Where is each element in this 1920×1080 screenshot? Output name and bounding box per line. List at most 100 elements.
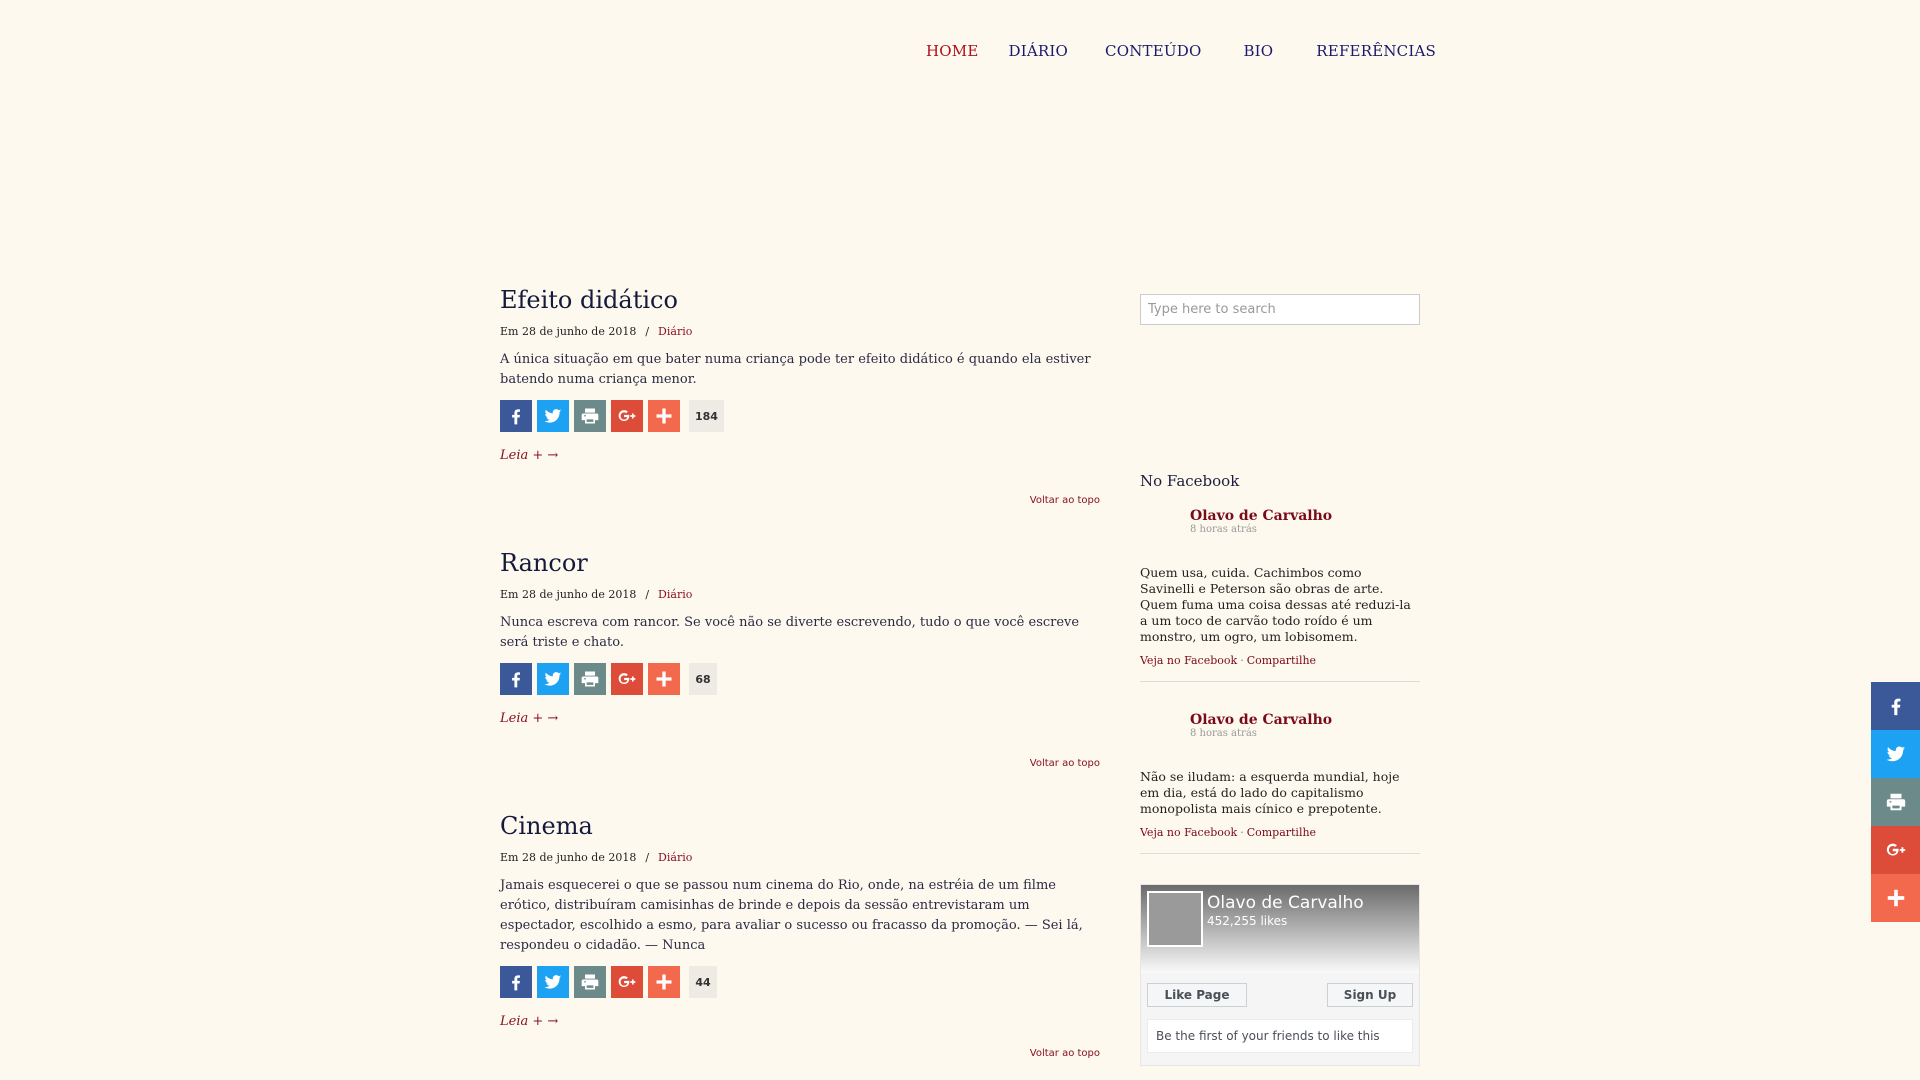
fb-post-time: 8 horas atrás — [1190, 728, 1257, 739]
post: Efeito didático Em 28 de junho de 2018 / D… — [500, 285, 1100, 548]
view-on-facebook-link[interactable]: Veja no Facebook — [1140, 654, 1237, 667]
share-link[interactable]: Compartilhe — [1247, 826, 1316, 839]
post-category-link[interactable]: Diário — [658, 325, 692, 338]
share-bar: 68 — [500, 663, 1100, 695]
twitter-share-button[interactable] — [537, 663, 569, 695]
posts-list: Efeito didático Em 28 de junho de 2018 / D… — [500, 285, 1100, 1080]
google-plus-share-button[interactable] — [611, 400, 643, 432]
nav-conteudo[interactable]: CONTEÚDO — [1105, 42, 1201, 60]
post-category-link[interactable]: Diário — [658, 851, 692, 864]
print-icon — [1886, 793, 1905, 811]
search-input[interactable] — [1140, 294, 1420, 325]
meta-separator: / — [645, 851, 650, 864]
facebook-post: Olavo de Carvalho 8 horas atrás Quem usa… — [1140, 508, 1420, 682]
twitter-icon — [544, 975, 562, 989]
google-plus-icon — [1886, 843, 1905, 856]
nav-diario[interactable]: DIÁRIO — [1009, 42, 1069, 60]
google-plus-icon — [618, 410, 636, 421]
sidebar: No Facebook Olavo de Carvalho 8 horas at… — [1140, 294, 1420, 1066]
post-category-link[interactable]: Diário — [658, 588, 692, 601]
nav-referencias[interactable]: REFERÊNCIAS — [1316, 42, 1436, 60]
link-separator: · — [1240, 654, 1244, 667]
twitter-icon — [544, 672, 562, 686]
print-button[interactable] — [574, 400, 606, 432]
fb-post-author[interactable]: Olavo de Carvalho — [1190, 508, 1420, 524]
post: Cinema Em 28 de junho de 2018 / Diário Jam… — [500, 811, 1100, 1080]
floating-print-button[interactable] — [1871, 778, 1920, 826]
share-count: 68 — [689, 663, 717, 695]
share-link[interactable]: Compartilhe — [1247, 654, 1316, 667]
nav-home[interactable]: HOME — [926, 42, 979, 60]
twitter-icon — [544, 409, 562, 423]
facebook-share-button[interactable] — [500, 400, 532, 432]
post-excerpt: Jamais esquecerei o que se passou num ci… — [500, 878, 1083, 953]
back-to-top-link[interactable]: Voltar ao topo — [1030, 758, 1100, 769]
fb-widget-buttons: Like Page Sign Up — [1141, 973, 1419, 1011]
facebook-icon — [512, 672, 520, 688]
share-count: 44 — [689, 966, 717, 998]
post-excerpt: Nunca escreva com rancor. Se você não se… — [500, 615, 1080, 650]
floating-twitter-button[interactable] — [1871, 730, 1920, 778]
google-plus-share-button[interactable] — [611, 663, 643, 695]
read-more-link[interactable]: Leia + → — [500, 1014, 558, 1029]
floating-add-button[interactable] — [1871, 874, 1920, 922]
back-to-top-link[interactable]: Voltar ao topo — [1030, 495, 1100, 506]
facebook-icon — [1891, 698, 1900, 716]
view-on-facebook-link[interactable]: Veja no Facebook — [1140, 826, 1237, 839]
like-page-button[interactable]: Like Page — [1147, 983, 1247, 1007]
fb-post-links: Veja no Facebook · Compartilhe — [1140, 654, 1420, 667]
post: Rancor Em 28 de junho de 2018 / Diário Nun… — [500, 548, 1100, 811]
main-nav: HOME DIÁRIO CONTEÚDO BIO REFERÊNCIAS — [926, 42, 1436, 60]
post-title[interactable]: Efeito didático — [500, 285, 1100, 315]
fb-post-links: Veja no Facebook · Compartilhe — [1140, 826, 1420, 839]
post-meta: Em 28 de junho de 2018 / Diário — [500, 325, 1100, 338]
facebook-heading: No Facebook — [1140, 472, 1240, 490]
add-share-button[interactable] — [648, 966, 680, 998]
floating-share-bar — [1871, 682, 1920, 922]
post-date: Em 28 de junho de 2018 — [500, 851, 637, 864]
add-share-button[interactable] — [648, 400, 680, 432]
fb-post-author[interactable]: Olavo de Carvalho — [1190, 712, 1420, 728]
fb-page-cover: Olavo de Carvalho 452,255 likes — [1141, 885, 1419, 973]
google-plus-share-button[interactable] — [611, 966, 643, 998]
print-icon — [581, 408, 599, 424]
add-icon — [656, 408, 672, 424]
floating-google-plus-button[interactable] — [1871, 826, 1920, 874]
fb-page-avatar[interactable] — [1147, 891, 1203, 947]
google-plus-icon — [618, 673, 636, 684]
post-title[interactable]: Cinema — [500, 811, 1100, 841]
print-button[interactable] — [574, 663, 606, 695]
back-to-top-link[interactable]: Voltar ao topo — [1030, 1048, 1100, 1059]
fb-post-time: 8 horas atrás — [1190, 524, 1257, 535]
fb-page-likes: 452,255 likes — [1207, 914, 1288, 928]
facebook-share-button[interactable] — [500, 663, 532, 695]
facebook-page-widget: Olavo de Carvalho 452,255 likes Like Pag… — [1140, 884, 1420, 1066]
twitter-icon — [1886, 746, 1905, 762]
fb-page-name[interactable]: Olavo de Carvalho — [1207, 893, 1364, 913]
floating-facebook-button[interactable] — [1871, 682, 1920, 730]
nav-bio[interactable]: BIO — [1243, 42, 1273, 60]
add-icon — [656, 671, 672, 687]
add-share-button[interactable] — [648, 663, 680, 695]
twitter-share-button[interactable] — [537, 966, 569, 998]
twitter-share-button[interactable] — [537, 400, 569, 432]
share-bar: 184 — [500, 400, 1100, 432]
post-meta: Em 28 de junho de 2018 / Diário — [500, 851, 1100, 864]
post-date: Em 28 de junho de 2018 — [500, 325, 637, 338]
post-title[interactable]: Rancor — [500, 548, 1100, 578]
facebook-share-button[interactable] — [500, 966, 532, 998]
post-date: Em 28 de junho de 2018 — [500, 588, 637, 601]
post-excerpt: A única situação em que bater numa crian… — [500, 352, 1091, 387]
google-plus-icon — [618, 976, 636, 987]
link-separator: · — [1240, 826, 1244, 839]
print-button[interactable] — [574, 966, 606, 998]
read-more-link[interactable]: Leia + → — [500, 711, 558, 726]
facebook-post: Olavo de Carvalho 8 horas atrás Não se i… — [1140, 712, 1420, 854]
sign-up-button[interactable]: Sign Up — [1327, 983, 1413, 1007]
add-icon — [1887, 889, 1904, 907]
fb-friends-text: Be the first of your friends to like thi… — [1147, 1019, 1413, 1053]
fb-post-text: Quem usa, cuida. Cachimbos como Savinell… — [1140, 565, 1411, 644]
read-more-link[interactable]: Leia + → — [500, 448, 558, 463]
facebook-icon — [512, 975, 520, 991]
meta-separator: / — [645, 588, 650, 601]
